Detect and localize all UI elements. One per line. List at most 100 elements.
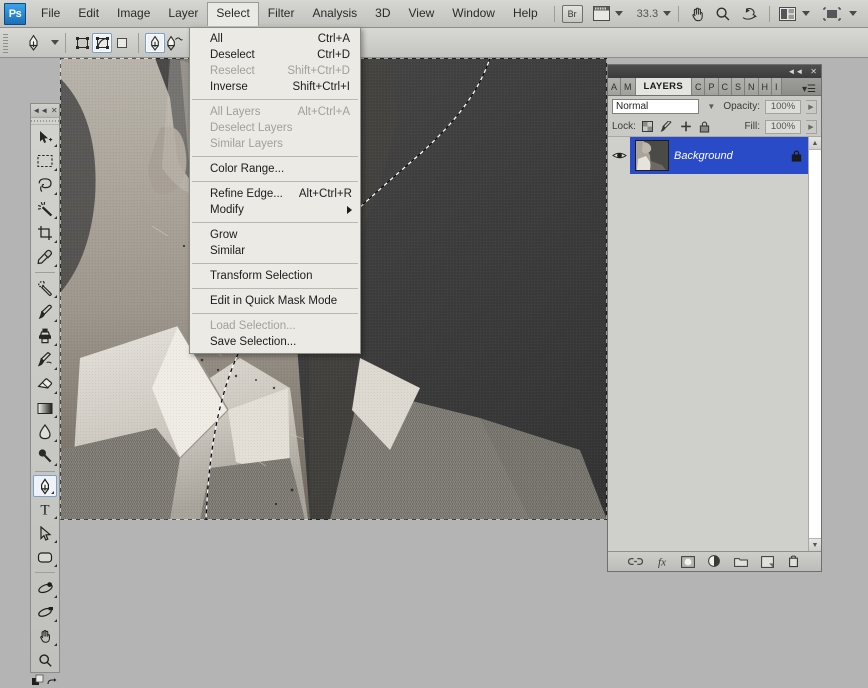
- rotate-view-icon[interactable]: [736, 6, 762, 22]
- 3d-object-rotate-tool[interactable]: [31, 576, 59, 600]
- path-selection-tool[interactable]: [31, 521, 59, 545]
- panel-menu-icon[interactable]: ▾☰: [797, 84, 821, 95]
- menu-analysis[interactable]: Analysis: [303, 2, 366, 25]
- history-brush-tool[interactable]: [31, 348, 59, 372]
- layers-scrollbar[interactable]: ▲ ▼: [808, 137, 821, 551]
- new-layer-icon[interactable]: [759, 554, 776, 569]
- adjustment-layer-icon[interactable]: [706, 554, 723, 569]
- menu-edit[interactable]: Edit: [69, 2, 108, 25]
- eye-visibility-icon[interactable]: [608, 137, 630, 174]
- tool-preset-chevron-down-icon[interactable]: [51, 40, 59, 45]
- fill-pixels-icon[interactable]: [112, 33, 132, 53]
- menu-select[interactable]: Select: [207, 2, 258, 26]
- lock-position-icon[interactable]: [679, 120, 693, 134]
- panel-tab-styles[interactable]: S: [732, 78, 745, 95]
- panel-tab-histogram[interactable]: H: [759, 78, 773, 95]
- freeform-pen-icon[interactable]: [165, 33, 185, 53]
- options-bar-grip[interactable]: [2, 32, 9, 54]
- screen-mode-toggle-icon[interactable]: [820, 7, 844, 21]
- arrange-chevron-down-icon[interactable]: [802, 11, 810, 16]
- menu-item-transform-selection[interactable]: Transform Selection: [190, 268, 360, 284]
- brush-tool[interactable]: [31, 300, 59, 324]
- layer-thumbnail[interactable]: [635, 140, 669, 171]
- rectangular-marquee-tool[interactable]: [31, 149, 59, 173]
- blend-mode-chevron-down-icon[interactable]: ▼: [704, 99, 718, 114]
- 3d-camera-rotate-tool[interactable]: [31, 600, 59, 624]
- menu-image[interactable]: Image: [108, 2, 159, 25]
- scroll-up-arrow-icon[interactable]: ▲: [809, 137, 821, 150]
- select-menu-dropdown[interactable]: All Ctrl+A Deselect Ctrl+D Reselect Shif…: [189, 27, 361, 354]
- menu-file[interactable]: File: [32, 2, 69, 25]
- layer-name[interactable]: Background: [674, 150, 786, 162]
- menu-item-deselect[interactable]: Deselect Ctrl+D: [190, 47, 360, 63]
- layers-list[interactable]: Background ▲ ▼: [608, 136, 821, 551]
- opacity-value[interactable]: 100%: [765, 100, 801, 114]
- pen-tool[interactable]: [33, 475, 57, 497]
- tools-panel-drag-grip[interactable]: [31, 118, 59, 125]
- menu-view[interactable]: View: [399, 2, 443, 25]
- layer-mask-icon[interactable]: [680, 554, 697, 569]
- menu-item-save-selection[interactable]: Save Selection...: [190, 334, 360, 350]
- clone-stamp-tool[interactable]: [31, 324, 59, 348]
- blur-tool[interactable]: [31, 420, 59, 444]
- opacity-stepper-icon[interactable]: ▶: [806, 100, 817, 114]
- menu-item-modify[interactable]: Modify: [190, 202, 360, 218]
- move-tool[interactable]: [31, 125, 59, 149]
- fill-stepper-icon[interactable]: ▶: [806, 120, 817, 134]
- screen-mode-icon[interactable]: [593, 6, 610, 21]
- zoom-magnifier-icon[interactable]: [710, 6, 736, 22]
- pen-tool-icon[interactable]: [145, 33, 165, 53]
- panel-tab-navigator[interactable]: N: [745, 78, 759, 95]
- dodge-tool[interactable]: [31, 444, 59, 468]
- arrange-documents-icon[interactable]: [777, 7, 797, 21]
- screen-toggle-chevron-down-icon[interactable]: [849, 11, 857, 16]
- menu-item-color-range[interactable]: Color Range...: [190, 161, 360, 177]
- scroll-down-arrow-icon[interactable]: ▼: [809, 538, 821, 551]
- folder-icon[interactable]: [732, 554, 749, 569]
- eraser-tool[interactable]: [31, 372, 59, 396]
- panel-title-bar[interactable]: ◄◄ ✕: [608, 65, 821, 78]
- menu-filter[interactable]: Filter: [259, 2, 304, 25]
- horizontal-type-tool[interactable]: T: [31, 497, 59, 521]
- close-icon[interactable]: ✕: [51, 106, 58, 115]
- zoom-tool[interactable]: [31, 648, 59, 672]
- fill-value[interactable]: 100%: [765, 120, 801, 134]
- hand-icon[interactable]: [686, 6, 710, 22]
- menu-item-all[interactable]: All Ctrl+A: [190, 31, 360, 47]
- rounded-rectangle-tool[interactable]: [31, 545, 59, 569]
- menu-item-grow[interactable]: Grow: [190, 227, 360, 243]
- lock-all-icon[interactable]: [698, 120, 712, 134]
- panel-tab-color[interactable]: C: [719, 78, 733, 95]
- panel-tab-adjustments[interactable]: A: [608, 78, 621, 95]
- collapse-to-icons-icon[interactable]: ◄◄: [787, 67, 803, 76]
- color-controls-row[interactable]: [31, 672, 59, 688]
- lock-image-pixels-icon[interactable]: [660, 120, 674, 134]
- menu-item-refine-edge[interactable]: Refine Edge... Alt+Ctrl+R: [190, 186, 360, 202]
- gradient-tool[interactable]: [31, 396, 59, 420]
- link-icon[interactable]: [627, 554, 644, 569]
- panel-tab-masks[interactable]: M: [621, 78, 636, 95]
- panel-tab-paths[interactable]: P: [705, 78, 718, 95]
- bridge-icon[interactable]: Br: [562, 5, 583, 23]
- shape-layers-icon[interactable]: [72, 33, 92, 53]
- zoom-chevron-down-icon[interactable]: [663, 11, 671, 16]
- fx-icon[interactable]: fx: [653, 554, 670, 569]
- panel-tab-layers[interactable]: LAYERS: [636, 78, 692, 95]
- tools-panel-header[interactable]: ◄◄ ✕: [31, 104, 59, 118]
- panel-tab-info[interactable]: I: [772, 78, 782, 95]
- crop-tool[interactable]: [31, 221, 59, 245]
- spot-healing-brush-tool[interactable]: [31, 276, 59, 300]
- menu-item-edit-in-quick-mask-mode[interactable]: Edit in Quick Mask Mode: [190, 293, 360, 309]
- collapse-panel-icon[interactable]: ◄◄: [32, 106, 48, 115]
- lock-transparent-pixels-icon[interactable]: [641, 120, 655, 134]
- menu-help[interactable]: Help: [504, 2, 547, 25]
- table-row[interactable]: Background: [608, 137, 808, 174]
- trash-icon[interactable]: [785, 554, 802, 569]
- menu-item-inverse[interactable]: Inverse Shift+Ctrl+I: [190, 79, 360, 95]
- hand-tool[interactable]: [31, 624, 59, 648]
- paths-icon[interactable]: [92, 33, 112, 53]
- menu-item-similar[interactable]: Similar: [190, 243, 360, 259]
- screen-mode-chevron-down-icon[interactable]: [615, 11, 623, 16]
- blend-mode-select[interactable]: Normal: [612, 99, 699, 114]
- menu-window[interactable]: Window: [443, 2, 504, 25]
